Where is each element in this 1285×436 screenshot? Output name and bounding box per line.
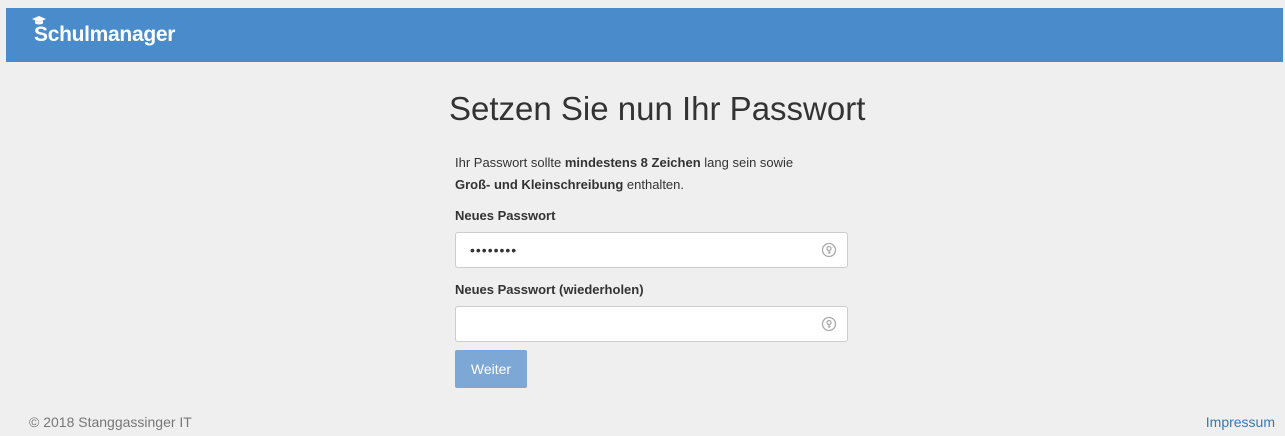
repeat-password-field[interactable] [455,306,848,342]
new-password-value: •••••••• [470,242,518,258]
copyright-text: © 2018 Stanggassinger IT [29,414,192,430]
key-icon[interactable] [821,242,837,258]
brand-logo[interactable]: Schulmanager [32,16,176,47]
impressum-link[interactable]: Impressum [1206,414,1275,430]
brand-name: Schulmanager [34,23,176,46]
repeat-password-label: Neues Passwort (wiederholen) [455,282,644,297]
top-navbar: Schulmanager [6,8,1283,62]
page-title: Setzen Sie nun Ihr Passwort [449,90,866,127]
password-requirements-text: Ihr Passwort sollte mindestens 8 Zeichen… [455,155,794,192]
new-password-field[interactable]: •••••••• [455,232,848,268]
weiter-button[interactable]: Weiter [455,350,527,388]
key-icon[interactable] [821,316,837,332]
new-password-label: Neues Passwort [455,208,556,223]
graduation-cap-icon [32,16,46,25]
